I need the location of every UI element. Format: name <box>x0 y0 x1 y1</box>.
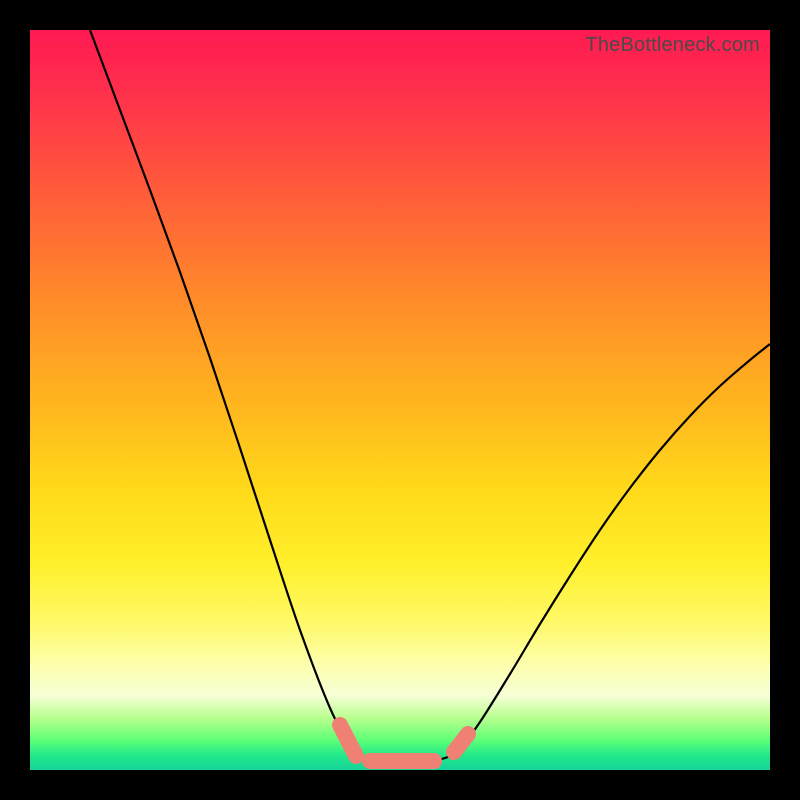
plot-area: TheBottleneck.com <box>30 30 770 770</box>
chart-frame: TheBottleneck.com <box>0 0 800 800</box>
bottleneck-curve <box>90 30 770 763</box>
right-slope-marker <box>454 734 468 752</box>
left-slope-marker <box>340 725 356 756</box>
curve-svg <box>30 30 770 770</box>
